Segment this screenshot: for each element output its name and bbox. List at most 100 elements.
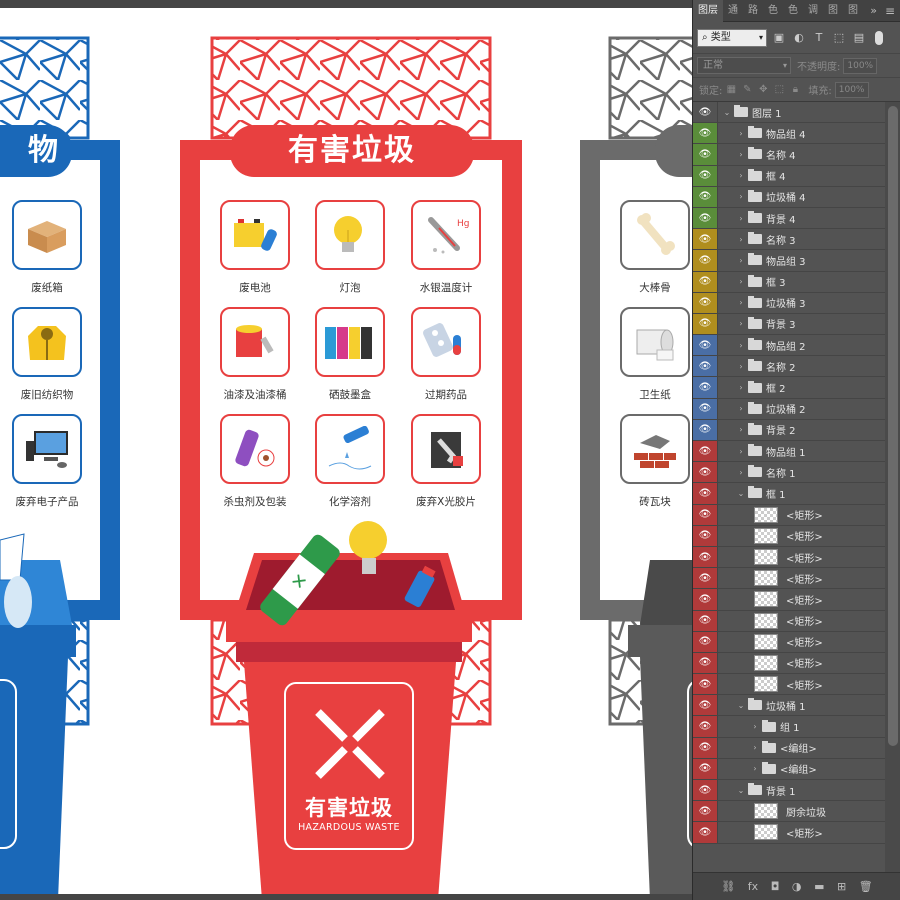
fill-input[interactable]: 100% bbox=[834, 81, 869, 98]
layer-main[interactable]: <矩形> bbox=[717, 631, 885, 652]
visibility-eye-icon[interactable]: 👁︎ bbox=[693, 186, 717, 207]
layer-row[interactable]: 👁︎ › 物品组 4 bbox=[693, 123, 885, 145]
chevron-right-icon[interactable]: › bbox=[736, 468, 746, 477]
filter-toggle[interactable] bbox=[875, 30, 883, 45]
visibility-eye-icon[interactable]: 👁︎ bbox=[693, 229, 717, 250]
filter-shape-icon[interactable]: ⬚ bbox=[831, 30, 847, 46]
new-layer-icon[interactable]: ⊞ bbox=[837, 880, 846, 893]
visibility-eye-icon[interactable]: 👁︎ bbox=[693, 165, 717, 186]
chevron-right-icon[interactable]: › bbox=[736, 404, 746, 413]
chevron-right-icon[interactable]: › bbox=[736, 192, 746, 201]
layer-row[interactable]: 👁︎ › 框 4 bbox=[693, 165, 885, 187]
layer-main[interactable]: <矩形> bbox=[717, 504, 885, 525]
visibility-eye-icon[interactable]: 👁︎ bbox=[693, 674, 717, 695]
chevron-right-icon[interactable]: › bbox=[736, 256, 746, 265]
layer-row[interactable]: 👁︎ › 名称 4 bbox=[693, 144, 885, 166]
visibility-eye-icon[interactable]: 👁︎ bbox=[693, 758, 717, 779]
layer-row[interactable]: 👁︎ › 背景 3 bbox=[693, 313, 885, 336]
layer-row[interactable]: 👁︎ › 背景 2 bbox=[693, 419, 885, 441]
layer-row[interactable]: 👁︎ <矩形> bbox=[693, 504, 885, 526]
chevron-down-icon[interactable]: ⌄ bbox=[722, 108, 732, 117]
layer-main[interactable]: › 物品组 3 bbox=[717, 250, 885, 271]
lock-artboard-icon[interactable]: ⬚ bbox=[772, 84, 786, 95]
chevron-right-icon[interactable]: › bbox=[750, 743, 760, 752]
lock-position-icon[interactable]: ✥ bbox=[756, 84, 770, 95]
layer-main[interactable]: › 名称 1 bbox=[717, 462, 885, 483]
visibility-eye-icon[interactable]: 👁︎ bbox=[693, 356, 717, 377]
visibility-eye-icon[interactable]: 👁︎ bbox=[693, 441, 717, 462]
opacity-input[interactable]: 100% bbox=[843, 57, 878, 74]
layer-main[interactable]: ⌄ 垃圾桶 1 bbox=[717, 695, 885, 716]
layer-main[interactable]: <矩形> bbox=[717, 589, 885, 610]
visibility-eye-icon[interactable]: 👁︎ bbox=[693, 144, 717, 165]
chevron-right-icon[interactable]: › bbox=[736, 150, 746, 159]
new-group-icon[interactable]: ▬ bbox=[814, 880, 824, 893]
layer-row[interactable]: 👁︎ <矩形> bbox=[693, 822, 885, 844]
chevron-down-icon[interactable]: ⌄ bbox=[736, 489, 746, 498]
layer-main[interactable]: <矩形> bbox=[717, 525, 885, 546]
layer-row[interactable]: 👁︎ › 垃圾桶 4 bbox=[693, 186, 885, 208]
layer-main[interactable]: <矩形> bbox=[717, 610, 885, 631]
tab-swatches[interactable]: 色 bbox=[783, 0, 803, 22]
chevron-right-icon[interactable]: › bbox=[736, 425, 746, 434]
visibility-eye-icon[interactable]: 👁︎ bbox=[693, 335, 717, 356]
visibility-eye-icon[interactable]: 👁︎ bbox=[693, 525, 717, 546]
tab-images[interactable]: 图 bbox=[843, 0, 863, 22]
layer-row[interactable]: 👁︎ 厨余垃圾 bbox=[693, 801, 885, 823]
mask-icon[interactable]: ◘ bbox=[771, 880, 780, 893]
visibility-eye-icon[interactable]: 👁︎ bbox=[693, 546, 717, 568]
layer-row[interactable]: 👁︎ <矩形> bbox=[693, 525, 885, 547]
layer-row[interactable]: 👁︎ ⌄ 背景 1 bbox=[693, 780, 885, 802]
layer-main[interactable]: <矩形> bbox=[717, 568, 885, 589]
canvas-artboard[interactable]: ✕ 物 有害垃圾 废纸箱 废旧纺织物 废弃电子产品 废电池 灯泡 Hg 水银温度… bbox=[0, 0, 692, 900]
layer-main[interactable]: › 物品组 2 bbox=[717, 335, 885, 356]
visibility-eye-icon[interactable]: 👁︎ bbox=[693, 568, 717, 589]
filter-smart-icon[interactable]: ▤ bbox=[851, 30, 867, 46]
layer-row[interactable]: 👁︎ <矩形> bbox=[693, 589, 885, 611]
chevron-right-icon[interactable]: › bbox=[736, 277, 746, 286]
tab-channels[interactable]: 通 bbox=[723, 0, 743, 22]
chevron-right-icon[interactable]: › bbox=[736, 447, 746, 456]
layer-kind-select[interactable]: ⌕ 类型 ▾ bbox=[697, 28, 767, 47]
layer-row[interactable]: 👁︎ › 名称 2 bbox=[693, 356, 885, 378]
layers-scrollbar[interactable] bbox=[885, 102, 900, 872]
layer-main[interactable]: <矩形> bbox=[717, 822, 885, 843]
layer-main[interactable]: › 名称 3 bbox=[717, 229, 885, 250]
layer-main[interactable]: › <编组> bbox=[717, 758, 885, 779]
layer-row[interactable]: 👁︎ › <编组> bbox=[693, 758, 885, 780]
layer-main[interactable]: › 垃圾桶 4 bbox=[717, 186, 885, 207]
layer-row[interactable]: 👁︎ › <编组> bbox=[693, 737, 885, 759]
layer-row[interactable]: 👁︎ › 组 1 bbox=[693, 716, 885, 738]
visibility-eye-icon[interactable]: 👁︎ bbox=[693, 631, 717, 652]
tab-color[interactable]: 色 bbox=[763, 0, 783, 22]
chevron-right-icon[interactable]: › bbox=[750, 722, 760, 731]
visibility-eye-icon[interactable]: 👁︎ bbox=[693, 695, 717, 716]
visibility-eye-icon[interactable]: 👁︎ bbox=[693, 589, 717, 610]
chevron-right-icon[interactable]: › bbox=[736, 298, 746, 307]
visibility-eye-icon[interactable]: 👁︎ bbox=[693, 123, 717, 144]
visibility-eye-icon[interactable]: 👁︎ bbox=[693, 207, 717, 229]
layer-row[interactable]: 👁︎ <矩形> bbox=[693, 631, 885, 653]
visibility-eye-icon[interactable]: 👁︎ bbox=[693, 271, 717, 292]
layer-main[interactable]: ⌄ 图层 1 bbox=[717, 102, 885, 123]
more-tabs-icon[interactable]: » bbox=[866, 4, 880, 17]
visibility-eye-icon[interactable]: 👁︎ bbox=[693, 377, 717, 398]
visibility-eye-icon[interactable]: 👁︎ bbox=[693, 250, 717, 271]
layer-row[interactable]: 👁︎ <矩形> bbox=[693, 674, 885, 696]
tab-layers[interactable]: 图层 bbox=[693, 0, 723, 22]
layer-row[interactable]: 👁︎ <矩形> bbox=[693, 568, 885, 590]
layer-row[interactable]: 👁︎ ⌄ 框 1 bbox=[693, 483, 885, 505]
panel-menu-icon[interactable]: ≡ bbox=[880, 4, 900, 18]
layer-row[interactable]: 👁︎ ⌄ 图层 1 bbox=[693, 102, 885, 124]
tab-adjustments[interactable]: 调 bbox=[803, 0, 823, 22]
layer-row[interactable]: 👁︎ › 物品组 1 bbox=[693, 441, 885, 463]
lock-transparent-icon[interactable]: ▦ bbox=[724, 84, 738, 95]
visibility-eye-icon[interactable]: 👁︎ bbox=[693, 102, 717, 123]
visibility-eye-icon[interactable]: 👁︎ bbox=[693, 652, 717, 674]
chevron-right-icon[interactable]: › bbox=[736, 171, 746, 180]
layer-main[interactable]: › 垃圾桶 3 bbox=[717, 292, 885, 313]
layer-main[interactable]: ⌄ 背景 1 bbox=[717, 780, 885, 801]
layer-main[interactable]: › <编组> bbox=[717, 737, 885, 758]
visibility-eye-icon[interactable]: 👁︎ bbox=[693, 716, 717, 737]
blend-mode-select[interactable]: 正常 ▾ bbox=[697, 57, 791, 74]
